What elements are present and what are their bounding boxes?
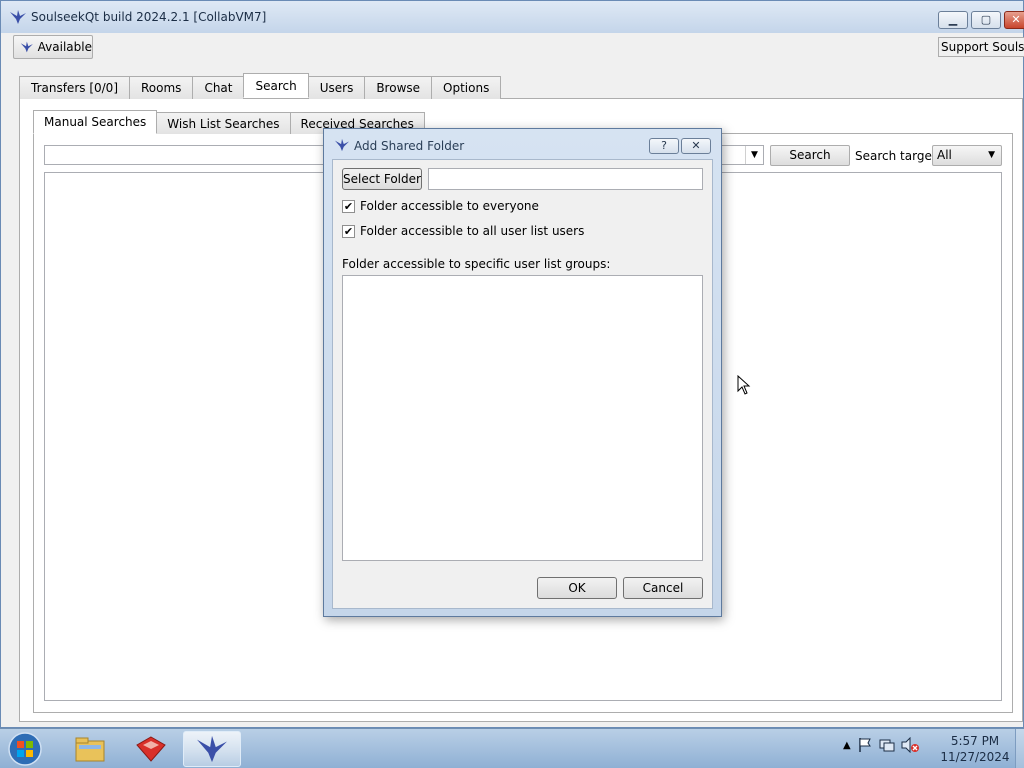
tab-chat[interactable]: Chat — [192, 76, 245, 99]
subtab-wish-list-searches[interactable]: Wish List Searches — [156, 112, 291, 134]
chevron-down-icon[interactable]: ▼ — [745, 146, 763, 164]
dialog-close-button[interactable]: ✕ — [681, 138, 711, 154]
soulseek-bird-icon — [335, 138, 349, 152]
tray-expand-icon[interactable]: ▲ — [843, 740, 851, 751]
minimize-button[interactable]: ▁ — [938, 11, 968, 29]
checkbox-all-users-label: Folder accessible to all user list users — [360, 224, 585, 238]
select-folder-button[interactable]: Select Folder — [342, 168, 422, 190]
tab-browse[interactable]: Browse — [364, 76, 433, 99]
checkbox-everyone-label: Folder accessible to everyone — [360, 199, 539, 213]
taskbar-clock[interactable]: 5:57 PM 11/27/2024 — [940, 733, 1010, 765]
check-row-all-users[interactable]: ✔ Folder accessible to all user list use… — [342, 224, 584, 238]
folder-path-field[interactable] — [428, 168, 703, 190]
checkbox-everyone[interactable]: ✔ — [342, 199, 355, 213]
soulseek-bird-icon — [197, 735, 227, 763]
windows-start-icon — [8, 732, 42, 766]
mouse-cursor-icon — [737, 375, 751, 395]
search-target-label: Search target: — [855, 149, 941, 163]
status-button[interactable]: Available — [13, 35, 93, 59]
ok-button[interactable]: OK — [537, 577, 617, 599]
checkbox-all-users[interactable]: ✔ — [342, 224, 355, 238]
start-button[interactable] — [6, 731, 46, 767]
taskbar: ▲ 5:57 PM 11/27/2024 — [0, 728, 1024, 768]
window-title: SoulseekQt build 2024.2.1 [CollabVM7] — [31, 10, 267, 24]
help-button[interactable]: ? — [649, 138, 679, 154]
groups-label: Folder accessible to specific user list … — [342, 257, 611, 271]
soulseek-bird-icon — [10, 10, 26, 24]
search-target-value: All — [937, 148, 952, 162]
soulseek-bird-icon — [20, 41, 33, 53]
taskbar-app[interactable] — [122, 731, 180, 767]
dialog-title: Add Shared Folder — [354, 139, 465, 153]
maximize-button[interactable]: ▢ — [971, 11, 1001, 29]
system-tray: ▲ — [843, 737, 919, 753]
tab-transfers[interactable]: Transfers [0/0] — [19, 76, 130, 99]
close-button[interactable]: ✕ — [1004, 11, 1024, 29]
taskbar-explorer[interactable] — [61, 731, 119, 767]
show-desktop-button[interactable] — [1015, 729, 1024, 768]
tab-rooms[interactable]: Rooms — [129, 76, 194, 99]
subtab-manual-searches[interactable]: Manual Searches — [33, 110, 158, 134]
search-target-select[interactable]: All ▼ — [932, 145, 1002, 166]
taskbar-soulseek[interactable] — [183, 731, 241, 767]
groups-list[interactable] — [342, 275, 703, 561]
main-tabs: Transfers [0/0] Rooms Chat Search Users … — [19, 73, 502, 99]
clock-time: 5:57 PM — [950, 734, 1000, 748]
check-row-everyone[interactable]: ✔ Folder accessible to everyone — [342, 199, 539, 213]
network-icon[interactable] — [879, 737, 895, 753]
status-label: Available — [37, 40, 92, 54]
chevron-down-icon: ▼ — [988, 150, 995, 160]
search-button[interactable]: Search — [770, 145, 850, 166]
support-soulseek-button[interactable]: Support Soulseek — [938, 37, 1024, 57]
tab-search[interactable]: Search — [243, 73, 309, 98]
red-box-icon — [136, 736, 166, 762]
action-center-flag-icon[interactable] — [857, 737, 873, 753]
tab-options[interactable]: Options — [431, 76, 502, 99]
title-bar[interactable]: SoulseekQt build 2024.2.1 [CollabVM7] ▁ … — [1, 1, 1024, 33]
folder-icon — [75, 737, 105, 762]
clock-date: 11/27/2024 — [940, 750, 1010, 764]
cancel-button[interactable]: Cancel — [623, 577, 703, 599]
tab-users[interactable]: Users — [307, 76, 366, 99]
volume-muted-icon[interactable] — [901, 737, 919, 753]
